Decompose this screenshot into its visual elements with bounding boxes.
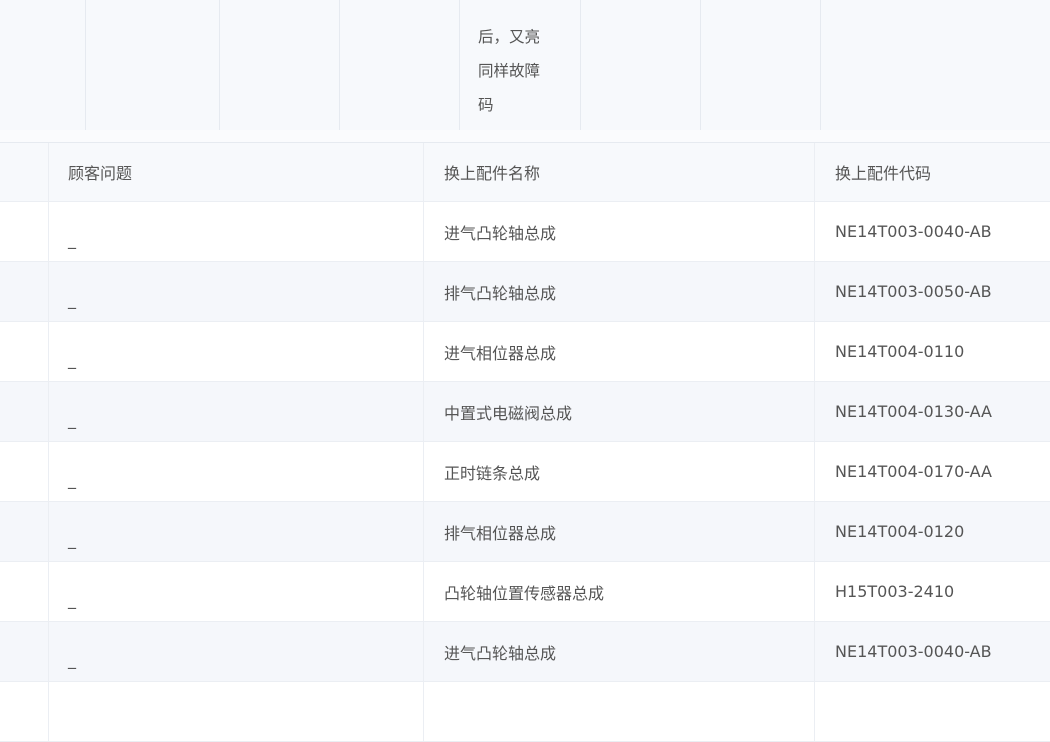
column-divider: [459, 0, 460, 130]
part-name-cell: 中置式电磁阀总成: [423, 382, 814, 441]
row-index-cell: [0, 382, 48, 441]
header-cell-index: [0, 143, 48, 201]
table-row[interactable]: _ 进气相位器总成 NE14T004-0110: [0, 322, 1050, 382]
row-index-cell: [0, 442, 48, 501]
parts-table: 顾客问题 换上配件名称 换上配件代码 _ 进气凸轮轴总成 NE14T003-00…: [0, 142, 1050, 742]
fault-description-line: 码: [478, 96, 494, 114]
customer-problem-cell: _: [48, 322, 423, 381]
part-name-cell: 排气相位器总成: [423, 502, 814, 561]
row-index-cell: [0, 622, 48, 681]
header-part-code: 换上配件代码: [814, 143, 1050, 201]
part-code-cell: H15T003-2410: [814, 562, 1050, 621]
column-divider: [339, 0, 340, 130]
row-index-cell: [0, 682, 48, 741]
part-code-cell: NE14T003-0040-AB: [814, 622, 1050, 681]
column-divider: [219, 0, 220, 130]
row-index-cell: [0, 502, 48, 561]
part-code-cell: NE14T004-0110: [814, 322, 1050, 381]
customer-problem-cell: _: [48, 622, 423, 681]
table-row[interactable]: [0, 682, 1050, 742]
cropped-text-line: [478, 0, 568, 20]
part-code-cell: NE14T004-0120: [814, 502, 1050, 561]
customer-problem-cell: _: [48, 502, 423, 561]
part-code-cell: NE14T003-0040-AB: [814, 202, 1050, 261]
part-code-cell: NE14T004-0170-AA: [814, 442, 1050, 501]
table-row[interactable]: _ 排气相位器总成 NE14T004-0120: [0, 502, 1050, 562]
part-code-cell: NE14T004-0130-AA: [814, 382, 1050, 441]
part-name-cell: 进气相位器总成: [423, 322, 814, 381]
customer-problem-cell: _: [48, 562, 423, 621]
table-row[interactable]: _ 凸轮轴位置传感器总成 H15T003-2410: [0, 562, 1050, 622]
customer-problem-cell: _: [48, 262, 423, 321]
part-name-cell: 排气凸轮轴总成: [423, 262, 814, 321]
fault-description-line: 后，又亮: [478, 28, 541, 46]
customer-problem-cell: _: [48, 442, 423, 501]
column-divider: [820, 0, 821, 130]
table-gap: [0, 130, 1050, 142]
fault-description-line: 同样故障: [478, 62, 541, 80]
row-index-cell: [0, 202, 48, 261]
row-index-cell: [0, 562, 48, 621]
table-row[interactable]: _ 进气凸轮轴总成 NE14T003-0040-AB: [0, 202, 1050, 262]
customer-problem-cell: _: [48, 382, 423, 441]
part-name-cell: 正时链条总成: [423, 442, 814, 501]
fault-description-cell: 后，又亮 同样故障 码: [478, 0, 568, 122]
customer-problem-cell: _: [48, 202, 423, 261]
row-index-cell: [0, 322, 48, 381]
part-name-cell: 凸轮轴位置传感器总成: [423, 562, 814, 621]
part-name-cell: 进气凸轮轴总成: [423, 622, 814, 681]
column-divider: [85, 0, 86, 130]
part-name-cell: [423, 682, 814, 741]
column-divider: [700, 0, 701, 130]
customer-problem-cell: [48, 682, 423, 741]
column-divider: [580, 0, 581, 130]
header-customer-problem: 顾客问题: [48, 143, 423, 201]
part-name-cell: 进气凸轮轴总成: [423, 202, 814, 261]
table-row[interactable]: _ 排气凸轮轴总成 NE14T003-0050-AB: [0, 262, 1050, 322]
part-code-cell: NE14T003-0050-AB: [814, 262, 1050, 321]
previous-table-fragment: 后，又亮 同样故障 码: [0, 0, 1050, 130]
row-index-cell: [0, 262, 48, 321]
table-row[interactable]: _ 进气凸轮轴总成 NE14T003-0040-AB: [0, 622, 1050, 682]
header-part-name: 换上配件名称: [423, 143, 814, 201]
table-header-row: 顾客问题 换上配件名称 换上配件代码: [0, 142, 1050, 202]
table-row[interactable]: _ 中置式电磁阀总成 NE14T004-0130-AA: [0, 382, 1050, 442]
table-row[interactable]: _ 正时链条总成 NE14T004-0170-AA: [0, 442, 1050, 502]
part-code-cell: [814, 682, 1050, 741]
